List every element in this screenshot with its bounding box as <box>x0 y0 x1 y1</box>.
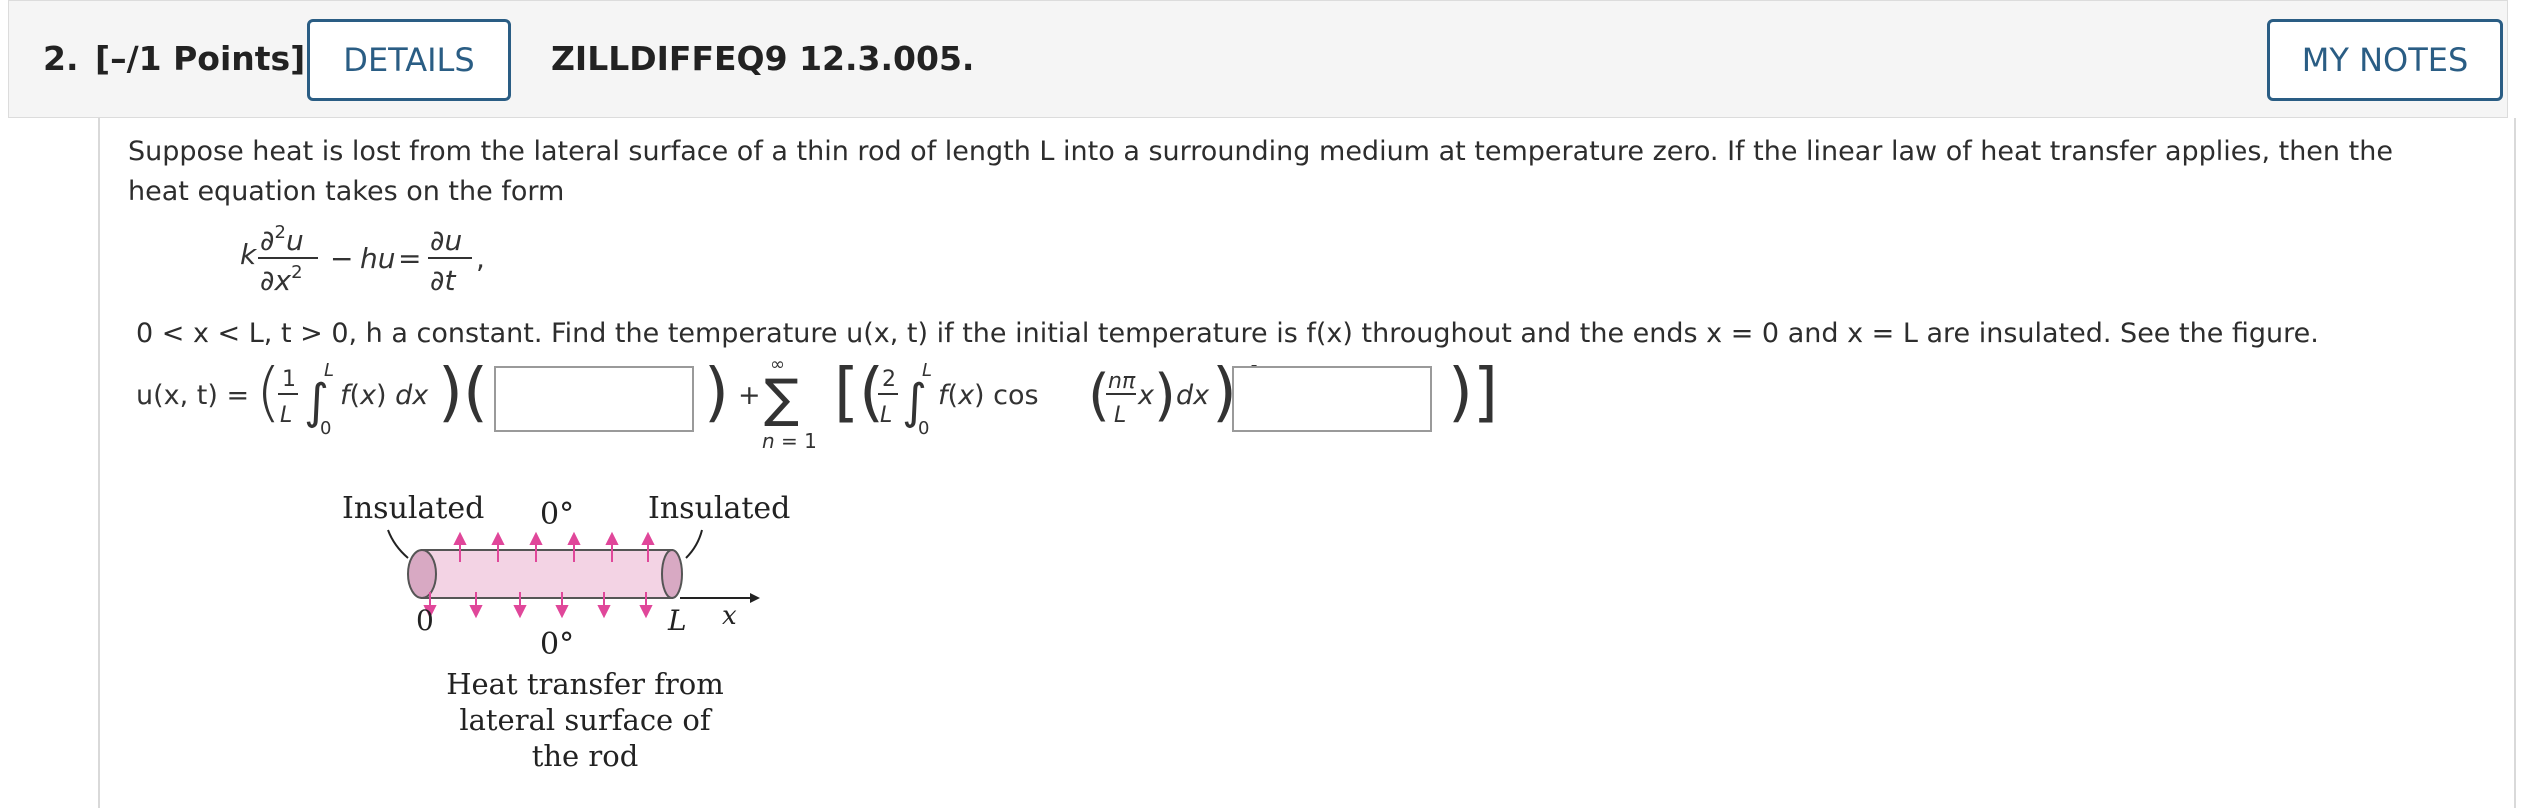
svg-text:f(x) dx: f(x) dx <box>340 380 429 411</box>
my-notes-button[interactable]: MY NOTES <box>2267 19 2503 101</box>
svg-text:L: L <box>324 360 334 381</box>
svg-text:L: L <box>880 403 892 428</box>
svg-text:f(x) cos: f(x) cos <box>938 380 1039 411</box>
question-number: 2. <box>43 39 79 78</box>
details-button[interactable]: DETAILS <box>307 19 511 101</box>
svg-text:): ) <box>1154 363 1176 428</box>
axis-x-label: x <box>722 601 737 631</box>
caption-line-2: lateral surface of <box>459 703 711 737</box>
svg-text:∑: ∑ <box>764 369 799 429</box>
svg-text:L: L <box>1114 403 1126 428</box>
svg-text:k: k <box>240 238 258 271</box>
rod-figure: Insulated 0° Insulated 0 L x 0° <box>342 491 790 662</box>
svg-text:0: 0 <box>320 418 331 439</box>
svg-text:(: ( <box>256 356 281 430</box>
top-temp-label: 0° <box>540 497 574 532</box>
heat-equation: k ∂2u ∂x2 − hu = ∂u ∂t , <box>240 222 485 297</box>
left-insulated-label: Insulated <box>342 491 484 526</box>
svg-text:(: ( <box>1088 363 1110 428</box>
svg-text:∂t: ∂t <box>430 264 456 297</box>
question-header: 2. [–/1 Points] DETAILS ZILLDIFFEQ9 12.3… <box>8 0 2508 118</box>
right-insulated-label: Insulated <box>648 491 790 526</box>
svg-text:=: = <box>398 242 421 275</box>
svg-text:hu: hu <box>360 242 396 275</box>
svg-text:0: 0 <box>918 418 929 439</box>
svg-text:[(: [( <box>834 356 884 430</box>
svg-text:)]: )] <box>1448 356 1498 430</box>
svg-text:−: − <box>330 242 353 275</box>
answer-lhs: u(x, t) = <box>136 380 249 411</box>
svg-text:nπ: nπ <box>1108 369 1136 394</box>
caption-line-1: Heat transfer from <box>446 667 724 701</box>
svg-text:,: , <box>476 242 485 275</box>
svg-text:n = 1: n = 1 <box>762 429 817 452</box>
svg-text:)(: )( <box>438 356 488 430</box>
length-label: L <box>667 604 687 637</box>
svg-text:+: + <box>738 380 761 411</box>
figure-caption: Heat transfer from lateral surface of th… <box>420 666 750 774</box>
caption-line-3: the rod <box>531 739 639 773</box>
assignment-code: ZILLDIFFEQ9 12.3.005. <box>551 39 975 78</box>
svg-text:x: x <box>1137 380 1155 411</box>
svg-text:L: L <box>922 360 932 381</box>
points-label: [–/1 Points] <box>95 39 306 78</box>
svg-text:∂u: ∂u <box>430 224 462 257</box>
svg-text:1: 1 <box>282 367 296 392</box>
problem-statement: Suppose heat is lost from the lateral su… <box>128 136 2393 207</box>
answer-blank-1[interactable] <box>494 366 694 432</box>
answer-blank-2[interactable] <box>1232 366 1432 432</box>
svg-text:L: L <box>280 403 292 428</box>
svg-text:∂2u: ∂2u <box>260 222 304 257</box>
svg-text:2: 2 <box>882 367 896 392</box>
svg-text:∂x2: ∂x2 <box>260 262 303 297</box>
problem-conditions: 0 < x < L, t > 0, h a constant. Find the… <box>136 318 2319 349</box>
svg-text:): ) <box>704 356 729 430</box>
bottom-temp-label: 0° <box>540 627 574 662</box>
svg-text:dx: dx <box>1176 380 1210 411</box>
origin-label: 0 <box>416 604 434 637</box>
